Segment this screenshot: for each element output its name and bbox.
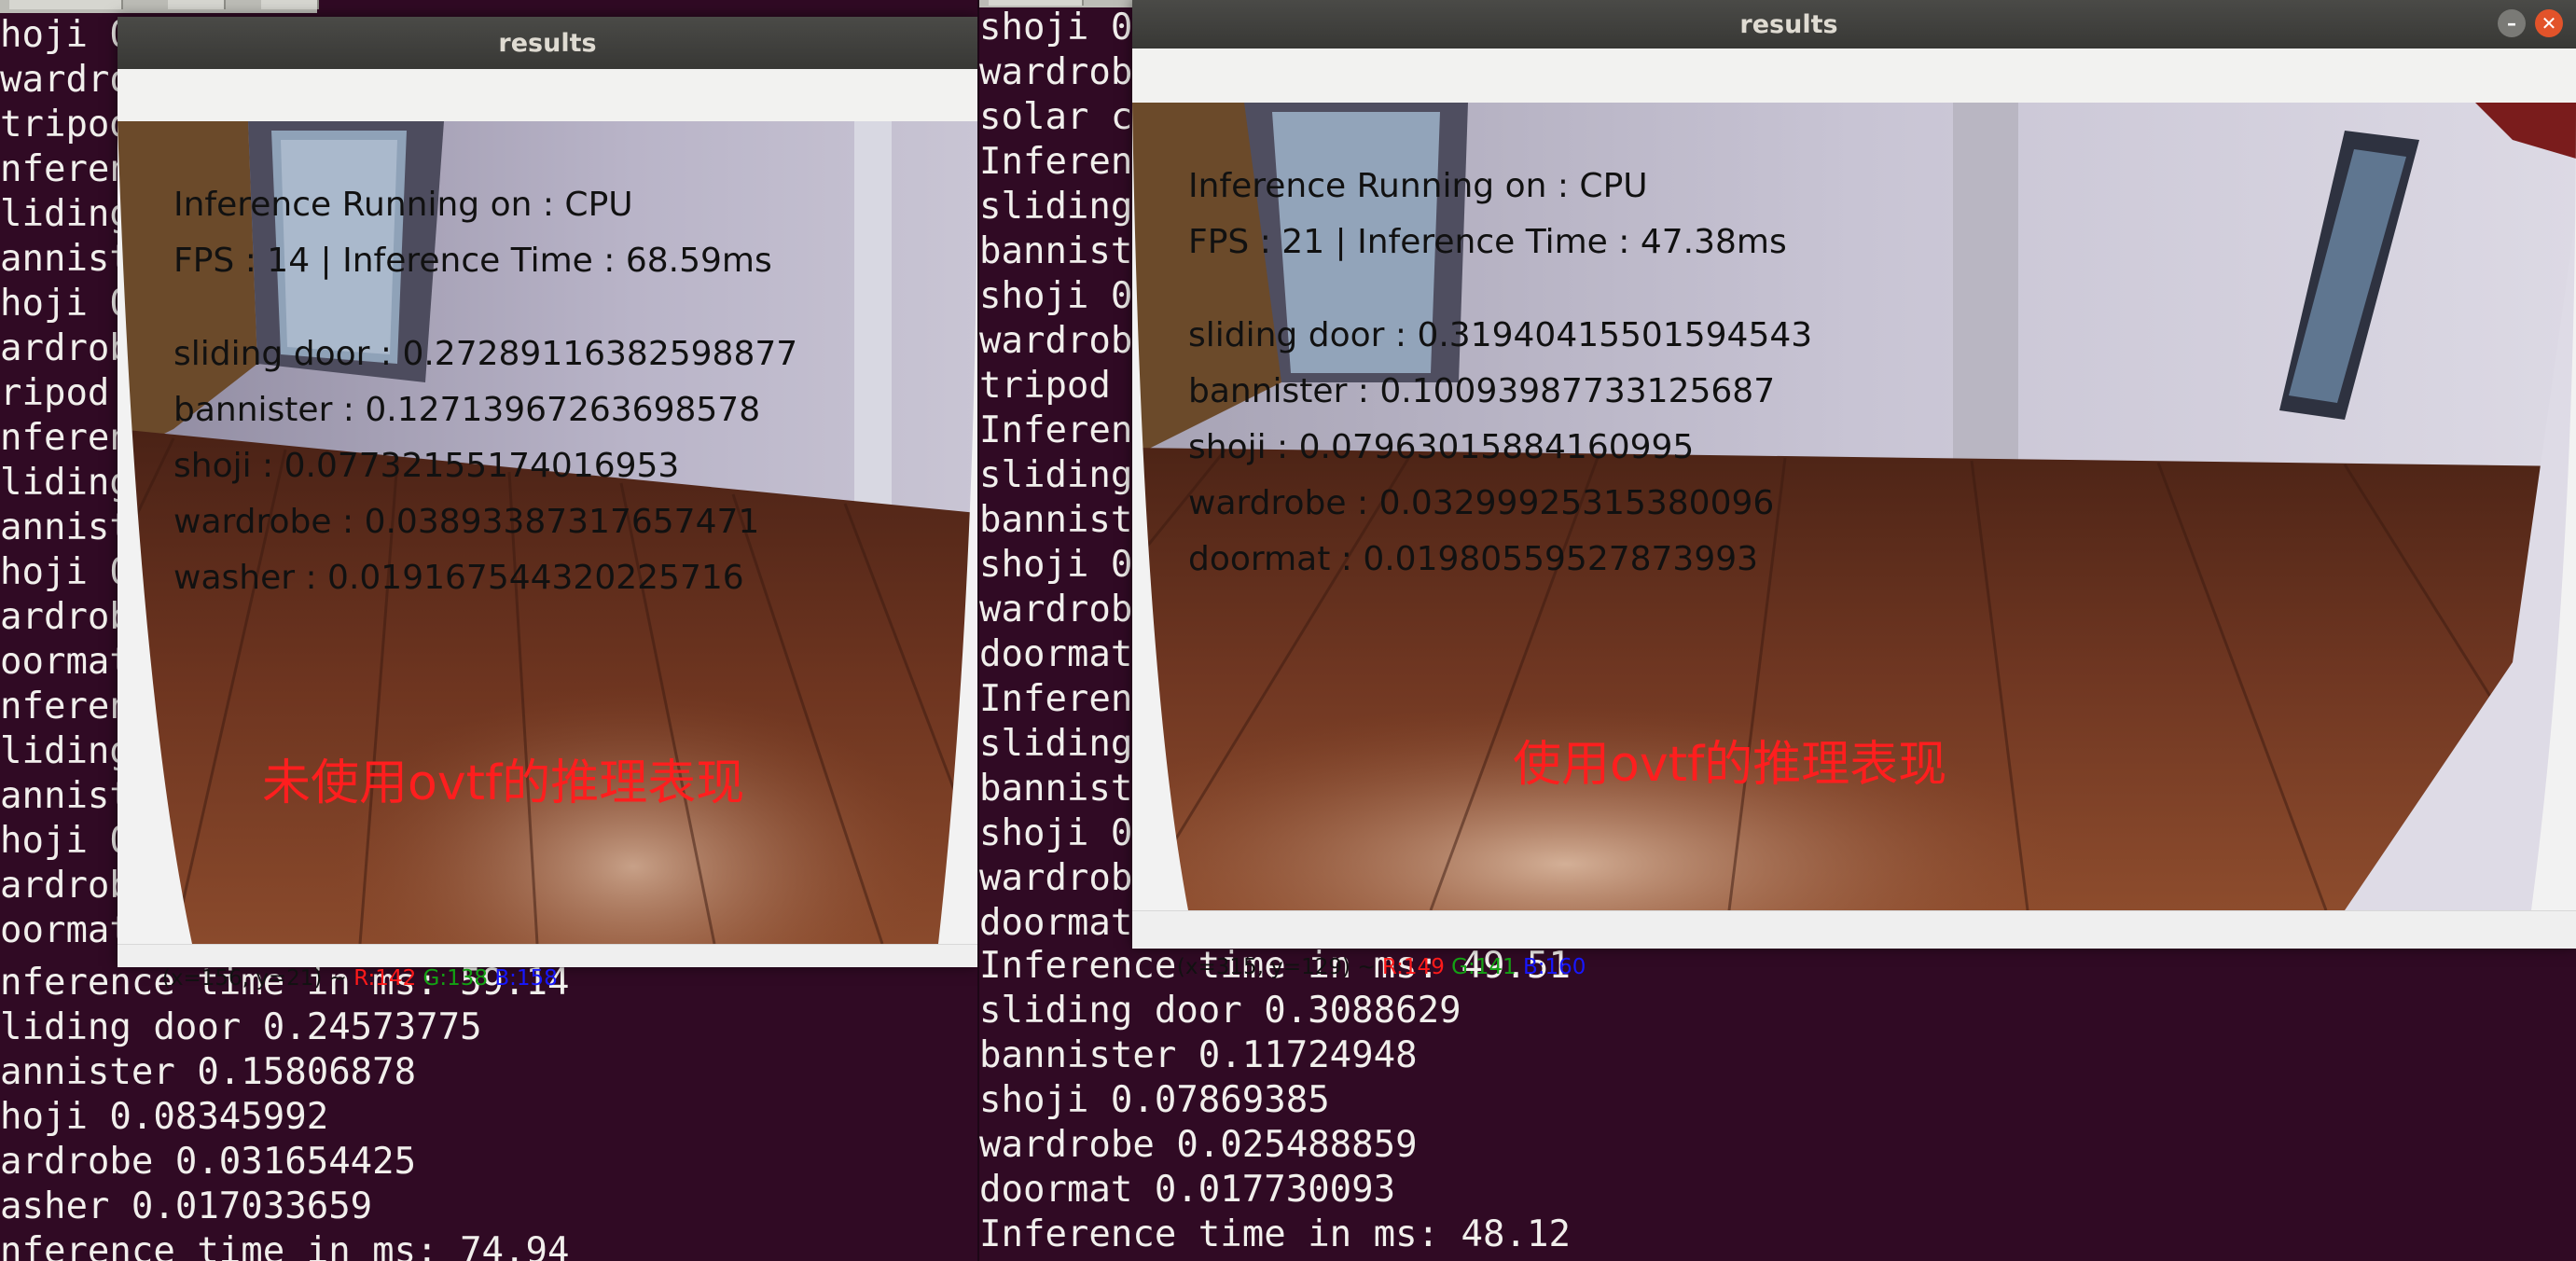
window-title: results: [1739, 9, 1838, 39]
result-line: sliding door : 0.27289116382598877: [173, 335, 798, 373]
result-line: shoji : 0.07732155174016953: [173, 447, 680, 485]
inference-device-label: Inference Running on : CPU: [173, 186, 633, 224]
blue-value: B:160: [1522, 955, 1586, 979]
window-title: results: [498, 28, 597, 58]
left-terminal-pane[interactable]: hoji 0 wardrob tripod nferen liding annist hoj…: [0, 0, 977, 1261]
terminal-line: annist: [0, 238, 132, 280]
result-line: wardrobe : 0.03893387317657471: [173, 503, 760, 541]
terminal-line: oormat: [0, 641, 132, 683]
terminal-line: solar c: [979, 96, 1133, 138]
cursor-coords: (x=156, y=21) ~: [161, 966, 354, 991]
window-titlebar[interactable]: results: [118, 17, 977, 69]
terminal-line: shoji 0.07869385: [979, 1079, 1330, 1121]
cursor-coords: (x=315, y=129) ~: [1176, 955, 1382, 979]
result-line: washer : 0.019167544320225716: [173, 559, 744, 597]
terminal-line: liding: [0, 730, 132, 772]
terminal-line: Inference time in ms: 48.12: [979, 1213, 1571, 1255]
terminal-line: ripod: [0, 372, 110, 414]
terminal-line: oormat: [0, 909, 132, 951]
top-tab[interactable]: [168, 0, 226, 9]
terminal-line: wardrob: [979, 320, 1133, 362]
camera-frame: Inference Running on : CPU FPS : 21 | In…: [1132, 103, 2576, 910]
result-line: bannister : 0.10093987733125687: [1188, 372, 1776, 410]
terminal-line: doormat: [979, 633, 1133, 675]
fps-label: FPS : 14 | Inference Time : 68.59ms: [173, 242, 772, 280]
green-value: G:138: [422, 966, 489, 991]
result-line: wardrobe : 0.03299925315380096: [1188, 484, 1775, 522]
comparison-caption: 未使用ovtf的推理表现: [262, 755, 745, 811]
terminal-line: hoji 0: [0, 283, 132, 325]
terminal-line: wardrob: [979, 589, 1133, 630]
terminal-line: wardrob: [979, 51, 1133, 93]
terminal-line: doormat 0.017730093: [979, 1169, 1396, 1211]
terminal-line: hoji 0: [0, 820, 132, 862]
terminal-line: nference time in ms: 74.94: [0, 1230, 570, 1261]
terminal-line: nferen: [0, 148, 132, 190]
left-top-strip: [0, 0, 319, 13]
terminal-line: shoji 0: [979, 7, 1133, 48]
terminal-line: ardrob: [0, 327, 132, 369]
terminal-line: hoji 0: [0, 14, 132, 56]
terminal-line: Inferen: [979, 409, 1133, 451]
terminal-line: tripod: [0, 104, 132, 146]
terminal-line: asher 0.017033659: [0, 1185, 373, 1227]
terminal-line: nferen: [0, 417, 132, 459]
close-icon: ✕: [2541, 12, 2557, 35]
top-tab[interactable]: [261, 0, 319, 9]
terminal-line: liding door 0.24573775: [0, 1006, 482, 1048]
result-line: doormat : 0.01980559527873993: [1188, 540, 1759, 578]
blue-value: B:158: [494, 966, 558, 991]
terminal-line: sliding: [979, 454, 1133, 496]
terminal-line: Inferen: [979, 678, 1133, 720]
terminal-line: tripod: [979, 365, 1111, 407]
terminal-line: sliding door 0.3088629: [979, 990, 1461, 1032]
minimize-icon: –: [2507, 12, 2516, 35]
terminal-line: bannist: [979, 768, 1133, 810]
pixel-status-bar: (x=315, y=129) ~ R:149 G:141 B:160: [1132, 910, 2576, 979]
terminal-line: annist: [0, 506, 132, 548]
right-terminal-pane[interactable]: shoji 0 wardrob solar c Inferen sliding banni…: [979, 0, 2576, 1261]
terminal-line: annister 0.15806878: [0, 1051, 417, 1093]
close-button[interactable]: ✕: [2535, 9, 2563, 37]
terminal-line: annist: [0, 775, 132, 817]
terminal-line: nferen: [0, 686, 132, 728]
results-window-left[interactable]: results Inference Running on: CPU FPS:…: [118, 17, 977, 990]
terminal-line: bannister 0.11724948: [979, 1034, 1418, 1076]
terminal-line: shoji 0: [979, 275, 1133, 317]
terminal-line: shoji 0: [979, 544, 1133, 586]
terminal-line: shoji 0: [979, 812, 1133, 854]
terminal-line: ardrob: [0, 865, 132, 907]
terminal-line: hoji 0: [0, 551, 132, 593]
results-window-right[interactable]: results – ✕ Inference Running on: CPU F…: [1132, 0, 2576, 979]
top-tab[interactable]: [9, 0, 123, 9]
result-line: bannister : 0.12713967263698578: [173, 391, 761, 429]
window-toolbar: [1132, 48, 2576, 104]
red-value: R:142: [353, 966, 417, 991]
result-line: shoji : 0.07963015884160995: [1188, 428, 1695, 466]
camera-frame: Inference Running on : CPU FPS : 14 | In…: [118, 121, 977, 944]
inference-device-label: Inference Running on : CPU: [1188, 167, 1648, 205]
terminal-line: liding: [0, 462, 132, 504]
terminal-line: wardrob: [979, 857, 1133, 899]
terminal-line: ardrob: [0, 596, 132, 638]
fps-label: FPS : 21 | Inference Time : 47.38ms: [1188, 223, 1787, 261]
green-value: G:141: [1451, 955, 1517, 979]
comparison-caption: 使用ovtf的推理表现: [1513, 737, 1947, 793]
terminal-line: bannist: [979, 499, 1133, 541]
terminal-line: hoji 0.08345992: [0, 1096, 329, 1138]
red-value: R:149: [1381, 955, 1445, 979]
terminal-line: doormat: [979, 902, 1133, 944]
terminal-line: sliding: [979, 186, 1133, 228]
result-line: sliding door : 0.31940415501594543: [1188, 316, 1813, 354]
terminal-line: sliding: [979, 723, 1133, 765]
pixel-status-bar: (x=156, y=21) ~ R:142 G:138 B:158: [118, 944, 977, 990]
window-toolbar: [118, 69, 977, 122]
terminal-line: bannist: [979, 230, 1133, 272]
window-titlebar[interactable]: results – ✕: [1132, 0, 2576, 48]
terminal-line: Inferen: [979, 141, 1133, 183]
terminal-line: liding: [0, 193, 132, 235]
minimize-button[interactable]: –: [2498, 9, 2526, 37]
terminal-line: ardrobe 0.031654425: [0, 1141, 417, 1183]
terminal-line: wardrobe 0.025488859: [979, 1124, 1418, 1166]
